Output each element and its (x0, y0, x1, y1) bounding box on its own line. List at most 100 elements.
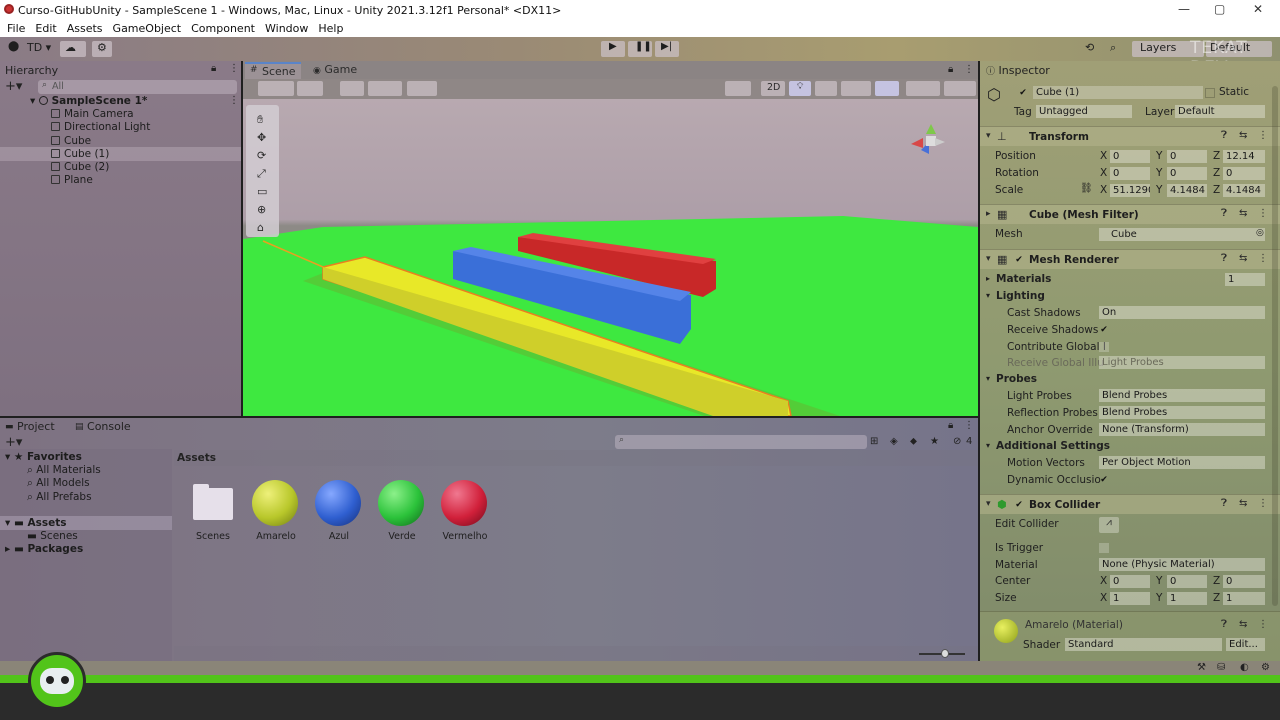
menu-file[interactable]: File (7, 22, 25, 35)
preset-icon[interactable]: ⇆ (1239, 130, 1247, 141)
static-checkbox[interactable] (1205, 88, 1215, 98)
tab-game[interactable]: ◉ Game (313, 63, 357, 76)
mesh-field[interactable]: Cube (1099, 228, 1265, 241)
center-x-field[interactable]: 0 (1110, 575, 1150, 588)
hierarchy-item[interactable]: Cube (2) (51, 161, 109, 173)
favorites-foldout[interactable]: ▾ ★ Favorites (5, 451, 82, 463)
help-icon[interactable]: ❓︎ (1221, 498, 1227, 509)
collider-material-field[interactable]: None (Physic Material) (1099, 558, 1265, 571)
shading-button[interactable] (725, 81, 751, 96)
breadcrumb-assets[interactable]: Assets (177, 452, 216, 464)
position-z-field[interactable]: 12.14 (1223, 150, 1265, 163)
enabled-checkbox[interactable]: ✔ (1014, 500, 1024, 510)
gizmos-button[interactable] (944, 81, 976, 96)
object-name-field[interactable]: Cube (1) (1033, 86, 1203, 99)
lock-icon[interactable]: 🔒︎ (948, 420, 953, 431)
tab-project[interactable]: ▬ Project (5, 418, 55, 435)
project-search-input[interactable]: ⌕ (615, 435, 867, 449)
materials-foldout[interactable]: Materials (996, 273, 1051, 285)
favorites-item[interactable]: ⌕ All Prefabs (27, 491, 92, 504)
packages-folder[interactable]: ▸ ▬ Packages (5, 543, 83, 555)
increment-snap-button[interactable] (368, 81, 402, 96)
constrain-proportions-icon[interactable]: ⛓ (1080, 183, 1093, 194)
scene-menu-icon[interactable]: ⋮ (229, 95, 239, 106)
hierarchy-item[interactable]: Main Camera (51, 108, 134, 120)
tab-hierarchy[interactable]: Hierarchy (5, 62, 58, 79)
component-menu-icon[interactable]: ⋮ (1258, 619, 1268, 630)
effects-button[interactable] (841, 81, 871, 96)
account-dropdown[interactable]: TD ▾ (27, 41, 51, 57)
hidden-packages-icon[interactable]: ⊘ (953, 436, 961, 447)
size-z-field[interactable]: 1 (1223, 592, 1265, 605)
help-icon[interactable]: ❓︎ (1221, 619, 1227, 630)
lock-icon[interactable]: 🔒︎ (948, 64, 953, 75)
size-x-field[interactable]: 1 (1110, 592, 1150, 605)
favorites-item[interactable]: ⌕ All Models (27, 477, 90, 490)
baking-icon[interactable]: ◐ (1240, 662, 1249, 673)
layer-dropdown[interactable]: Default (1175, 105, 1265, 118)
help-icon[interactable]: ❓︎ (1221, 253, 1227, 264)
scenes-folder[interactable]: ▬ Scenes (27, 530, 78, 542)
position-y-field[interactable]: 0 (1167, 150, 1207, 163)
progress-icon[interactable]: ⚒ (1197, 662, 1206, 673)
component-menu-icon[interactable]: ⋮ (1258, 208, 1268, 219)
materials-count-field[interactable]: 1 (1225, 273, 1265, 286)
rotation-y-field[interactable]: 0 (1167, 167, 1207, 180)
additional-settings-foldout[interactable]: Additional Settings (996, 440, 1110, 452)
menu-help[interactable]: Help (318, 22, 343, 35)
preset-icon[interactable]: ⇆ (1239, 253, 1247, 264)
move-tool-icon[interactable]: ✥ (257, 131, 266, 144)
panel-menu-icon[interactable]: ⋮ (229, 63, 239, 74)
tab-console[interactable]: ▤ Console (75, 418, 131, 435)
inspector-scrollbar[interactable] (1272, 86, 1278, 606)
position-x-field[interactable]: 0 (1110, 150, 1150, 163)
menu-gameobject[interactable]: GameObject (113, 22, 182, 35)
foldout-icon[interactable]: ▸ (986, 274, 990, 283)
preset-icon[interactable]: ⇆ (1239, 619, 1247, 630)
enabled-checkbox[interactable]: ✔ (1014, 255, 1024, 265)
tools-button[interactable] (407, 81, 437, 96)
tag-icon[interactable]: ⬥ (910, 436, 917, 447)
grid-snap-button[interactable] (340, 81, 364, 96)
maximize-button[interactable]: ▢ (1214, 2, 1225, 16)
menu-component[interactable]: Component (191, 22, 255, 35)
preset-icon[interactable]: ⇆ (1239, 208, 1247, 219)
scene-root[interactable]: ▾ SampleScene 1* (30, 95, 147, 107)
lock-icon[interactable]: 🔒︎ (211, 63, 216, 74)
rotation-x-field[interactable]: 0 (1110, 167, 1150, 180)
panel-menu-icon[interactable]: ⋮ (964, 64, 974, 75)
history-icon[interactable]: ⟲ (1085, 41, 1094, 57)
foldout-icon[interactable]: ▾ (986, 441, 990, 450)
add-icon[interactable]: +▾ (5, 79, 22, 94)
hierarchy-item[interactable]: Directional Light (51, 121, 150, 133)
edit-shader-button[interactable]: Edit... (1226, 638, 1265, 651)
search-by-type-icon[interactable]: ⊞ (870, 436, 878, 447)
menu-edit[interactable]: Edit (35, 22, 56, 35)
favorite-star-icon[interactable]: ★ (930, 436, 939, 447)
light-probes-dropdown[interactable]: Blend Probes (1099, 389, 1265, 402)
boxcollider-header[interactable]: ▾ ⬢ ✔ Box Collider ❓︎ ⇆ ⋮ (980, 494, 1280, 514)
transform-tool-icon[interactable]: ⊕ (257, 203, 266, 216)
object-picker-icon[interactable]: ◎ (1256, 228, 1264, 238)
meshfilter-header[interactable]: ▸ ▦ Cube (Mesh Filter) ❓︎ ⇆ ⋮ (980, 204, 1280, 224)
help-icon[interactable]: ❓︎ (1221, 208, 1227, 219)
hierarchy-item[interactable]: Plane (51, 174, 93, 186)
hierarchy-item[interactable]: Cube (51, 135, 91, 147)
center-y-field[interactable]: 0 (1167, 575, 1207, 588)
receive-shadows-checkbox[interactable]: ✔ (1099, 325, 1109, 335)
rotate-tool-icon[interactable]: ⟳ (257, 149, 266, 162)
rotation-z-field[interactable]: 0 (1223, 167, 1265, 180)
tab-scene[interactable]: # Scene (245, 62, 301, 79)
probes-foldout[interactable]: Probes (996, 373, 1037, 385)
dynamic-occlusion-checkbox[interactable]: ✔ (1099, 475, 1109, 485)
favorites-item[interactable]: ⌕ All Materials (27, 464, 101, 477)
audio-toggle[interactable] (815, 81, 837, 96)
hierarchy-item[interactable]: Cube (1) (51, 148, 109, 160)
lighting-foldout[interactable]: Lighting (996, 290, 1045, 302)
preset-icon[interactable]: ⇆ (1239, 498, 1247, 509)
meshrenderer-header[interactable]: ▾ ▦ ✔ Mesh Renderer ❓︎ ⇆ ⋮ (980, 249, 1280, 269)
receive-gi-dropdown[interactable]: Light Probes (1099, 356, 1265, 369)
panel-menu-icon[interactable]: ⋮ (964, 420, 974, 431)
component-menu-icon[interactable]: ⋮ (1258, 130, 1268, 141)
scale-x-field[interactable]: 51.1290 (1110, 184, 1150, 197)
